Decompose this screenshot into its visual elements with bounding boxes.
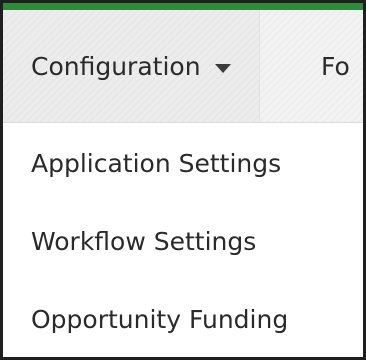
nav-item-next[interactable]: Fo: [321, 10, 350, 122]
menu-item-application-settings[interactable]: Application Settings: [3, 125, 363, 201]
nav-item-label: Fo: [321, 51, 350, 81]
top-nav-bar: Configuration Fo: [3, 10, 363, 123]
menu-item-label: Workflow Settings: [31, 226, 257, 256]
menu-item-workflow-settings[interactable]: Workflow Settings: [3, 203, 363, 279]
menu-item-label: Opportunity Funding: [31, 304, 289, 334]
configuration-dropdown-menu: Application Settings Workflow Settings O…: [3, 123, 363, 357]
nav-item-configuration[interactable]: Configuration: [3, 10, 260, 122]
screenshot-frame: Configuration Fo Application Settings Wo…: [0, 0, 366, 360]
menu-item-opportunity-funding[interactable]: Opportunity Funding: [3, 281, 363, 357]
menu-item-label: Application Settings: [31, 148, 282, 178]
top-accent-bar: [3, 3, 363, 10]
caret-down-icon: [214, 63, 231, 73]
nav-item-label: Configuration: [31, 51, 201, 81]
